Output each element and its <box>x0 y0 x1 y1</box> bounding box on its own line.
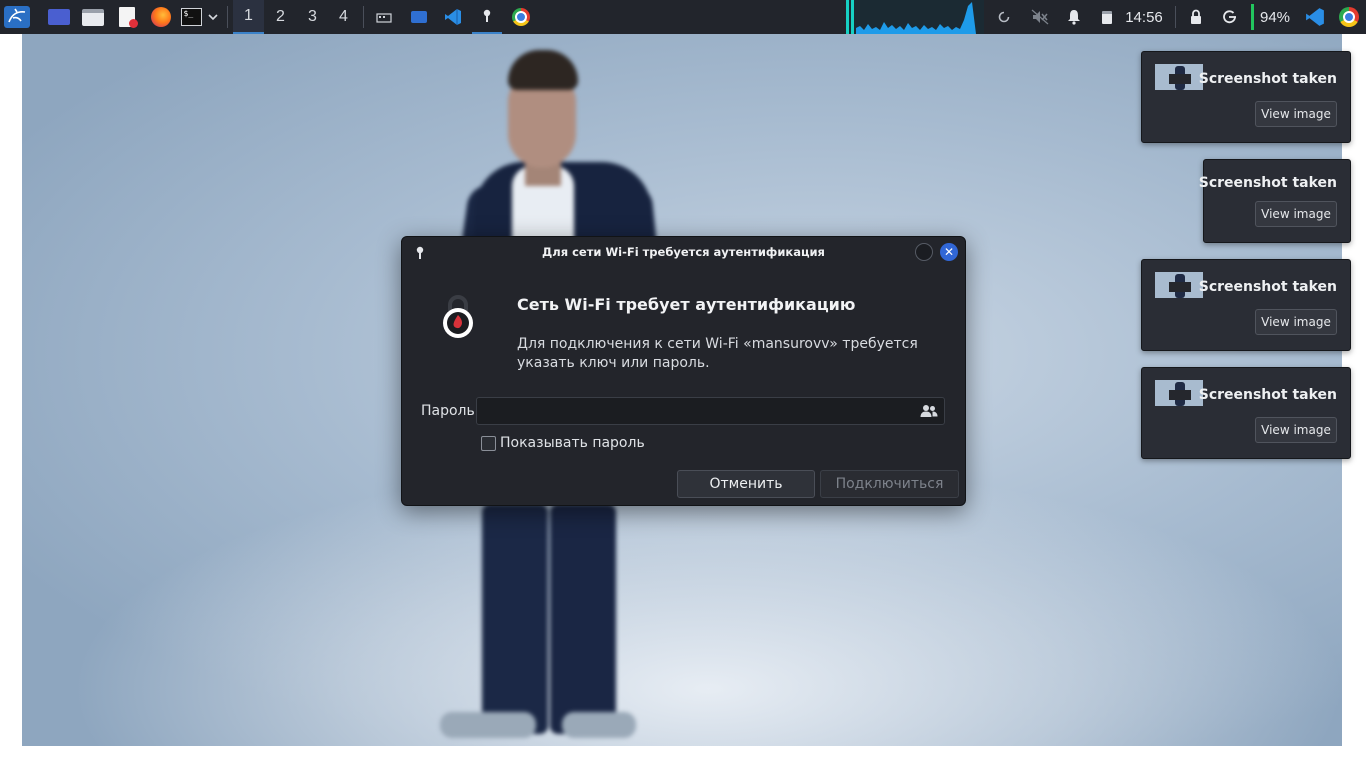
nm-auth-icon <box>483 9 491 22</box>
lock-icon[interactable] <box>1185 0 1207 34</box>
notification-screenshot[interactable]: Screenshot taken View image <box>1141 259 1351 351</box>
top-panel: $_ 1 2 3 4 14:56 94% <box>0 0 1366 34</box>
notification-thumbnail <box>1155 64 1203 90</box>
firefox-icon[interactable] <box>148 0 174 34</box>
panel-separator <box>227 6 228 28</box>
wifi-lock-icon <box>438 295 478 345</box>
battery-level-bar <box>1250 0 1254 34</box>
task-screen-capture[interactable] <box>369 0 399 34</box>
remote-desktop-icon <box>411 11 427 23</box>
view-image-button[interactable]: View image <box>1255 309 1337 335</box>
desktop-icon[interactable] <box>46 0 72 34</box>
workspace-3[interactable]: 3 <box>297 0 328 34</box>
network-monitor-graph <box>846 0 984 34</box>
chevron-down-icon[interactable] <box>205 0 221 34</box>
bell-icon[interactable] <box>1063 0 1085 34</box>
view-image-button[interactable]: View image <box>1255 201 1337 227</box>
wifi-auth-dialog: Для сети Wi-Fi требуется аутентификация … <box>401 236 966 506</box>
workspace-1[interactable]: 1 <box>233 0 264 34</box>
password-label: Пароль <box>421 403 475 419</box>
cancel-button[interactable]: Отменить <box>677 470 815 498</box>
vscode-icon <box>445 9 461 25</box>
notification-thumbnail <box>1155 272 1203 298</box>
password-input[interactable] <box>476 397 945 425</box>
notification-title: Screenshot taken <box>1198 175 1337 191</box>
file-manager-icon[interactable] <box>80 0 106 34</box>
notification-title: Screenshot taken <box>1198 279 1337 295</box>
view-image-button[interactable]: View image <box>1255 101 1337 127</box>
battery-indicator[interactable]: 94% <box>1257 0 1293 34</box>
chrome-icon <box>512 8 530 26</box>
chrome-tray-icon[interactable] <box>1337 0 1361 34</box>
workspace-2[interactable]: 2 <box>265 0 296 34</box>
close-button[interactable]: ✕ <box>940 243 958 261</box>
close-icon: ✕ <box>943 245 955 259</box>
dialog-title: Для сети Wi-Fi требуется аутентификация <box>542 245 825 259</box>
screen-capture-icon <box>376 13 392 23</box>
task-chrome[interactable] <box>506 0 536 34</box>
battery-percentage: 94% <box>1259 8 1291 26</box>
nm-auth-icon <box>415 245 425 264</box>
terminal-icon[interactable]: $_ <box>179 0 203 34</box>
task-remote-desktop[interactable] <box>404 0 434 34</box>
power-icon[interactable] <box>1219 0 1241 34</box>
dialog-titlebar[interactable]: Для сети Wi-Fi требуется аутентификация <box>402 237 965 267</box>
mute-icon[interactable] <box>1029 0 1051 34</box>
task-vscode[interactable] <box>438 0 468 34</box>
text-editor-icon[interactable] <box>114 0 140 34</box>
view-image-button[interactable]: View image <box>1255 417 1337 443</box>
notification-thumbnail <box>1155 380 1203 406</box>
dialog-heading: Сеть Wi-Fi требует аутентификацию <box>517 295 856 314</box>
kali-menu-icon[interactable] <box>4 6 30 28</box>
vscode-tray-icon[interactable] <box>1303 0 1327 34</box>
clipboard-icon[interactable] <box>1097 0 1117 34</box>
notification-title: Screenshot taken <box>1198 387 1337 403</box>
panel-separator <box>1175 6 1176 28</box>
show-password-checkbox[interactable] <box>481 436 496 451</box>
workspace-4[interactable]: 4 <box>328 0 359 34</box>
users-icon[interactable] <box>920 403 938 422</box>
connect-button[interactable]: Подключиться <box>820 470 959 498</box>
notification-screenshot[interactable]: Screenshot taken View image <box>1141 367 1351 459</box>
refresh-icon[interactable] <box>993 0 1015 34</box>
dialog-description: Для подключения к сети Wi-Fi «mansurovv»… <box>517 336 918 371</box>
notification-title: Screenshot taken <box>1198 71 1337 87</box>
clock[interactable]: 14:56 <box>1122 0 1166 34</box>
minimize-button[interactable] <box>915 243 933 261</box>
notification-screenshot[interactable]: Screenshot taken View image <box>1141 51 1351 143</box>
show-password-label[interactable]: Показывать пароль <box>500 435 645 451</box>
notification-screenshot[interactable]: Screenshot taken View image <box>1199 159 1351 243</box>
clock-text: 14:56 <box>1125 8 1163 26</box>
panel-separator <box>363 6 364 28</box>
task-nm-auth[interactable] <box>472 0 502 34</box>
